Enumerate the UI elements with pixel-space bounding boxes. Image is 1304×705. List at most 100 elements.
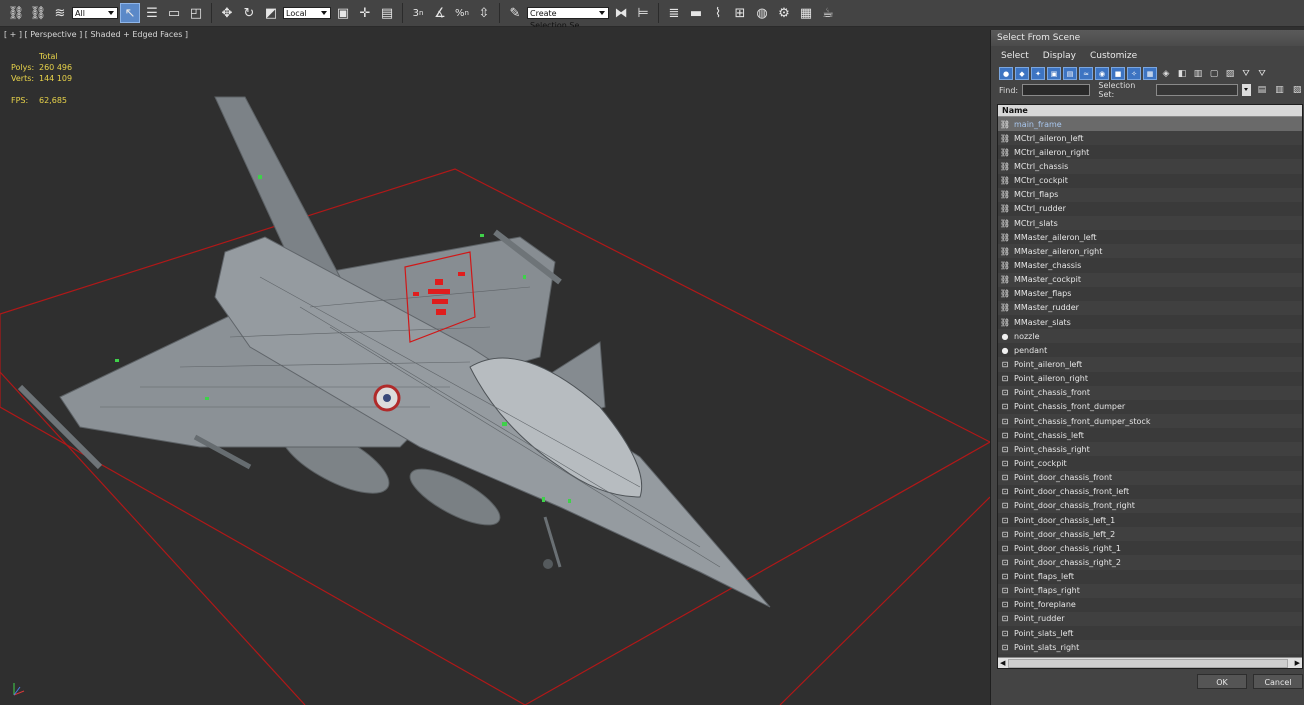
reference-coordinate-dropdown[interactable]: Local xyxy=(283,7,331,19)
list-item[interactable]: ⊡ Point_door_chassis_front xyxy=(998,470,1302,485)
groups-filter-icon[interactable]: ◉ xyxy=(1095,67,1109,80)
list-item[interactable]: ⊡ Point_foreplane xyxy=(998,597,1302,612)
list-item[interactable]: ⊡ Point_flaps_right xyxy=(998,583,1302,598)
list-item[interactable]: ⛓ MCtrl_cockpit xyxy=(998,173,1302,188)
xrefs-filter-icon[interactable]: ■ xyxy=(1111,67,1125,80)
containers-filter-icon[interactable]: ▦ xyxy=(1143,67,1157,80)
list-item[interactable]: ⊡ Point_chassis_right xyxy=(998,442,1302,457)
ok-button[interactable]: OK xyxy=(1197,674,1247,689)
list-item[interactable]: ● pendant xyxy=(998,343,1302,358)
list-item[interactable]: ⊡ Point_cockpit xyxy=(998,456,1302,471)
rotate-icon[interactable]: ↻ xyxy=(239,3,259,23)
snaps-toggle-button[interactable]: 3n xyxy=(408,3,428,23)
list-item[interactable]: ⛓ MCtrl_aileron_right xyxy=(998,145,1302,160)
list-item[interactable]: ⛓ MMaster_aileron_right xyxy=(998,244,1302,259)
display-none-icon[interactable]: ▢ xyxy=(1207,67,1221,80)
horizontal-scrollbar[interactable]: ◀ ▶ xyxy=(998,657,1302,668)
dialog-title[interactable]: Select From Scene xyxy=(991,30,1304,46)
layer-explorer-icon[interactable]: ≣ xyxy=(664,3,684,23)
select-and-manipulate-icon[interactable]: ✛ xyxy=(355,3,375,23)
menu-select[interactable]: Select xyxy=(1001,51,1029,61)
list-item[interactable]: ⊡ Point_slats_right xyxy=(998,640,1302,655)
geometry-filter-icon[interactable]: ● xyxy=(999,67,1013,80)
viewport-label[interactable]: [ + ] [ Perspective ] [ Shaded + Edged F… xyxy=(4,30,188,39)
list-item[interactable]: ⊡ Point_door_chassis_left_2 xyxy=(998,527,1302,542)
mirror-icon[interactable]: ⧓ xyxy=(611,3,631,23)
list-item[interactable]: ⛓ MMaster_chassis xyxy=(998,258,1302,273)
angle-snap-icon[interactable]: ∡ xyxy=(430,3,450,23)
cancel-button[interactable]: Cancel xyxy=(1253,674,1303,689)
filter-icon[interactable]: ⛛ xyxy=(1239,67,1253,80)
bind-to-space-warp-icon[interactable]: ≋ xyxy=(50,3,70,23)
list-item[interactable]: ⛓ MCtrl_slats xyxy=(998,215,1302,231)
render-production-icon[interactable]: ☕ xyxy=(818,3,838,23)
frozen-objects-icon[interactable]: ◈ xyxy=(1159,67,1173,80)
list-item[interactable]: ⛓ MMaster_cockpit xyxy=(998,272,1302,287)
list-item[interactable]: ⛓ MMaster_rudder xyxy=(998,300,1302,315)
selection-set-dropdown[interactable] xyxy=(1156,84,1239,96)
selection-set-remove-icon[interactable]: ▧ xyxy=(1290,84,1304,97)
list-item[interactable]: ⊡ Point_rudder xyxy=(998,611,1302,627)
edit-named-selection-icon[interactable]: ✎ xyxy=(505,3,525,23)
scroll-left-icon[interactable]: ◀ xyxy=(1000,659,1005,667)
scene-object-list[interactable]: Name ⛓ main_frame ⛓ MCtrl_aileron_left ⛓ MCtr… xyxy=(997,104,1303,669)
select-object-button[interactable]: ↖ xyxy=(120,3,140,23)
select-by-name-button[interactable]: ☰ xyxy=(142,3,162,23)
rectangular-selection-region-button[interactable]: ▭ xyxy=(164,3,184,23)
list-item[interactable]: ⛓ MCtrl_chassis xyxy=(998,159,1302,174)
list-item[interactable]: ⛓ MCtrl_rudder xyxy=(998,201,1302,216)
selection-filter-dropdown[interactable]: All xyxy=(72,7,118,19)
menu-customize[interactable]: Customize xyxy=(1090,51,1137,61)
menu-display[interactable]: Display xyxy=(1043,51,1076,61)
hidden-objects-icon[interactable]: ◧ xyxy=(1175,67,1189,80)
display-all-icon[interactable]: ▥ xyxy=(1191,67,1205,80)
bones-filter-icon[interactable]: ✧ xyxy=(1127,67,1141,80)
list-item[interactable]: ⊡ Point_door_chassis_front_right xyxy=(998,498,1302,513)
shapes-filter-icon[interactable]: ◆ xyxy=(1015,67,1029,80)
render-setup-icon[interactable]: ⚙ xyxy=(774,3,794,23)
scrollbar-thumb[interactable] xyxy=(1008,659,1288,668)
list-item[interactable]: ● nozzle xyxy=(998,329,1302,344)
list-item[interactable]: ⛓ MCtrl_flaps xyxy=(998,187,1302,202)
perspective-viewport[interactable]: [ + ] [ Perspective ] [ Shaded + Edged F… xyxy=(0,27,990,705)
toggle-ribbon-icon[interactable]: ▬ xyxy=(686,3,706,23)
list-item[interactable]: ⊡ Point_chassis_front xyxy=(998,385,1302,400)
list-item[interactable]: ⛓ MMaster_aileron_left xyxy=(998,230,1302,245)
material-editor-icon[interactable]: ◍ xyxy=(752,3,772,23)
list-item[interactable]: ⊡ Point_door_chassis_right_1 xyxy=(998,541,1302,556)
list-item[interactable]: ⊡ Point_aileron_right xyxy=(998,371,1302,386)
list-item[interactable]: ⊡ Point_chassis_left xyxy=(998,428,1302,443)
unlink-icon[interactable]: ⛓ xyxy=(28,3,48,23)
window-crossing-button[interactable]: ◰ xyxy=(186,3,206,23)
filter-settings-icon[interactable]: ⛛ xyxy=(1255,67,1269,80)
find-input[interactable] xyxy=(1022,84,1091,96)
list-item[interactable]: ⊡ Point_aileron_left xyxy=(998,357,1302,372)
list-item[interactable]: ⊡ Point_door_chassis_left_1 xyxy=(998,512,1302,528)
list-item[interactable]: ⛓ MMaster_flaps xyxy=(998,286,1302,301)
name-column-header[interactable]: Name xyxy=(998,105,1302,117)
move-icon[interactable]: ✥ xyxy=(217,3,237,23)
space-warps-filter-icon[interactable]: ≈ xyxy=(1079,67,1093,80)
selection-set-add-icon[interactable]: ▥ xyxy=(1273,84,1287,97)
list-item[interactable]: ⊡ Point_door_chassis_front_left xyxy=(998,484,1302,499)
lights-filter-icon[interactable]: ✦ xyxy=(1031,67,1045,80)
keyboard-shortcut-override-icon[interactable]: ▤ xyxy=(377,3,397,23)
list-item[interactable]: ⊡ Point_chassis_front_dumper_stock xyxy=(998,413,1302,429)
pivot-center-icon[interactable]: ▣ xyxy=(333,3,353,23)
named-selection-set-dropdown[interactable]: Create Selection Se xyxy=(527,7,609,30)
spinner-snap-icon[interactable]: ⇳ xyxy=(474,3,494,23)
list-item[interactable]: ⛓ MMaster_slats xyxy=(998,314,1302,330)
list-item[interactable]: ⛓ main_frame xyxy=(998,117,1302,132)
list-item[interactable]: ⊡ Point_slats_left xyxy=(998,626,1302,641)
cameras-filter-icon[interactable]: ▣ xyxy=(1047,67,1061,80)
curve-editor-icon[interactable]: ⌇ xyxy=(708,3,728,23)
rendered-frame-window-icon[interactable]: ▦ xyxy=(796,3,816,23)
list-item[interactable]: ⊡ Point_chassis_front_dumper xyxy=(998,399,1302,414)
list-item[interactable]: ⊡ Point_flaps_left xyxy=(998,569,1302,584)
scale-icon[interactable]: ◩ xyxy=(261,3,281,23)
helpers-filter-icon[interactable]: ▤ xyxy=(1063,67,1077,80)
scroll-right-icon[interactable]: ▶ xyxy=(1295,659,1300,667)
invert-display-icon[interactable]: ▨ xyxy=(1223,67,1237,80)
schematic-view-icon[interactable]: ⊞ xyxy=(730,3,750,23)
list-item[interactable]: ⛓ MCtrl_aileron_left xyxy=(998,131,1302,146)
